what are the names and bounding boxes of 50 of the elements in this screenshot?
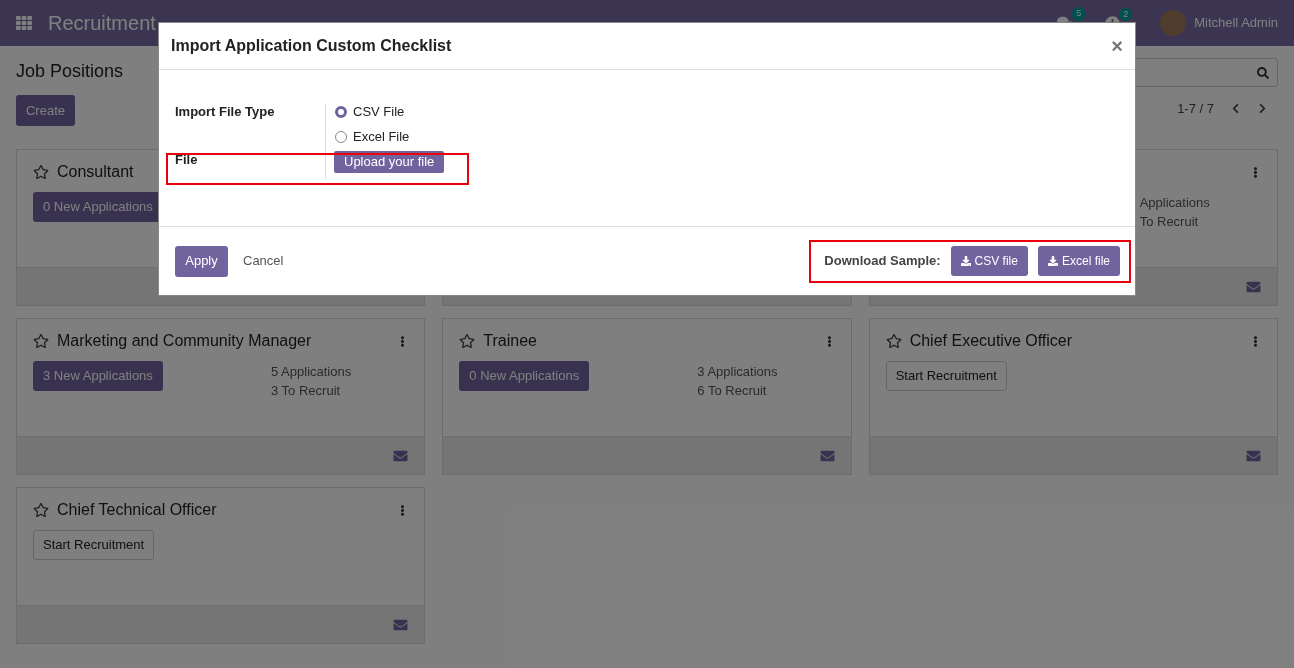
new-applications-button[interactable]: 3 New Applications xyxy=(33,361,163,391)
start-recruitment-button[interactable]: Start Recruitment xyxy=(33,530,155,560)
card-title: Consultant xyxy=(57,162,134,182)
previous-icon[interactable] xyxy=(1230,103,1241,115)
star-icon[interactable] xyxy=(33,333,49,349)
star-icon[interactable] xyxy=(33,164,49,180)
card-title: Chief Executive Officer xyxy=(909,331,1073,351)
envelope-icon[interactable] xyxy=(393,448,409,463)
stat-link[interactable]: 6 To Recruit xyxy=(697,381,767,400)
cancel-link[interactable]: Cancel xyxy=(243,251,284,271)
download-label: Download Sample: xyxy=(824,252,941,271)
star-icon[interactable] xyxy=(33,502,49,518)
pager-text: 1-7 / 7 xyxy=(1177,100,1214,118)
card-title: Marketing and Community Manager xyxy=(57,331,312,351)
upload-button[interactable]: Upload your file xyxy=(334,150,445,173)
card-title: Chief Technical Officer xyxy=(57,500,217,520)
new-applications-button[interactable]: 0 New Applications xyxy=(459,361,590,391)
radio-button[interactable] xyxy=(335,106,347,118)
radio-button[interactable] xyxy=(335,131,347,143)
close-icon[interactable]: × xyxy=(1111,31,1123,61)
envelope-icon[interactable] xyxy=(819,448,835,463)
stat-link[interactable]: 3 To Recruit xyxy=(271,381,341,400)
radio-label[interactable]: CSV File xyxy=(353,104,405,120)
start-recruitment-button[interactable]: Start Recruitment xyxy=(885,361,1007,391)
field-label: Import File Type xyxy=(175,104,276,121)
envelope-icon[interactable] xyxy=(1246,279,1261,294)
stat-link[interactable]: 5 Applications xyxy=(271,362,352,381)
radio-label[interactable]: Excel File xyxy=(353,129,410,145)
next-icon[interactable] xyxy=(1257,103,1268,115)
star-icon[interactable] xyxy=(885,333,902,349)
count-badge: 5 xyxy=(1072,7,1086,21)
field-label: File xyxy=(175,151,199,169)
dialog-title: Import Application Custom Checklist xyxy=(171,36,452,56)
star-icon[interactable] xyxy=(459,333,476,349)
stat-link[interactable]: 3 Applications xyxy=(697,362,778,381)
download-button[interactable]: CSV file xyxy=(950,246,1028,276)
apply-button[interactable]: Apply xyxy=(175,245,228,277)
create-button[interactable]: Create xyxy=(16,95,75,126)
count-badge: 2 xyxy=(1119,7,1133,21)
card-title: Trainee xyxy=(483,331,537,351)
envelope-icon[interactable] xyxy=(393,617,409,632)
apps-menu-icon[interactable] xyxy=(16,15,32,31)
download-icon xyxy=(1047,256,1058,266)
download-icon xyxy=(960,256,971,266)
search-icon[interactable] xyxy=(1257,66,1269,79)
page-title: Job Positions xyxy=(16,60,124,83)
download-button[interactable]: Excel file xyxy=(1037,246,1120,276)
user-name[interactable]: Mitchell Admin xyxy=(1194,13,1278,33)
envelope-icon[interactable] xyxy=(1246,448,1261,463)
app-title: Recruitment xyxy=(48,11,156,36)
